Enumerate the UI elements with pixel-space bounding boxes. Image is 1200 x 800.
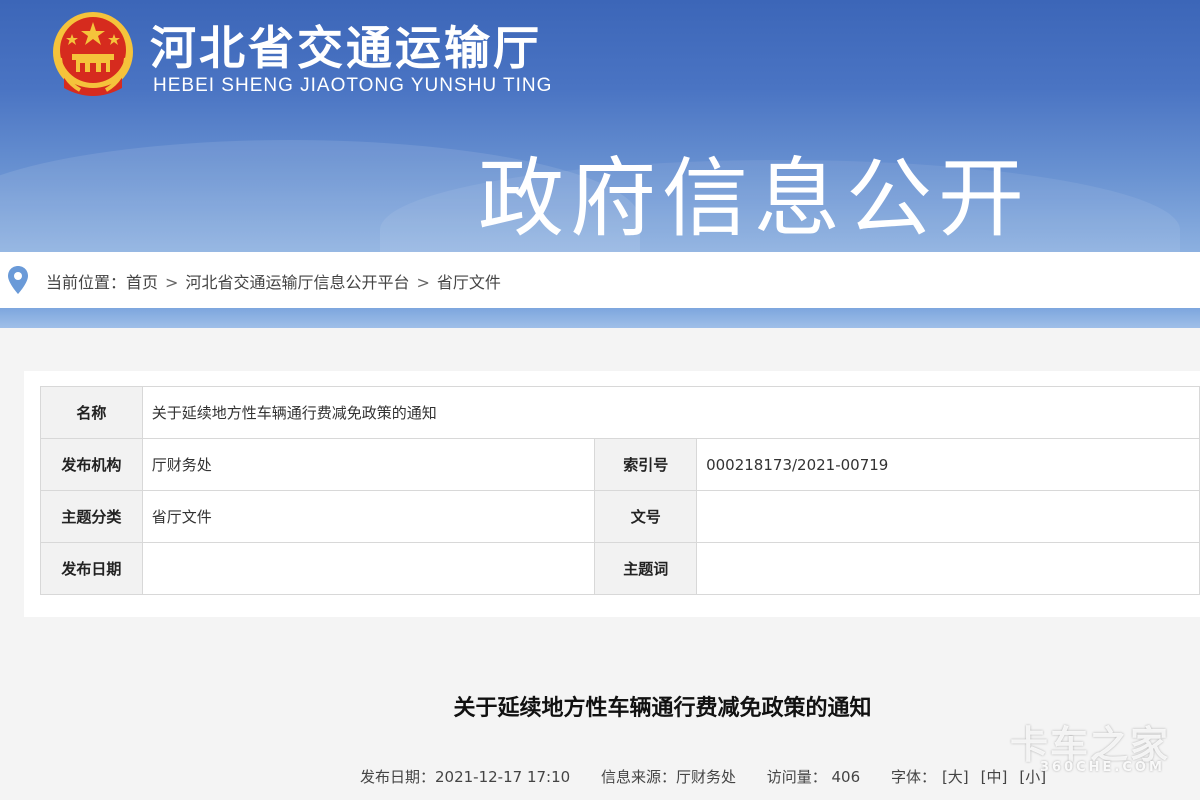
font-size-label: 字体： [890,768,936,786]
font-large-button[interactable]: [大] [942,768,969,786]
date-value [141,542,596,595]
national-emblem-icon [53,12,133,96]
name-value: 关于延续地方性车辆通行费减免政策的通知 [141,386,1200,439]
name-label: 名称 [40,386,143,439]
category-label: 主题分类 [40,490,143,543]
banner-title: 政府信息公开 [478,149,1030,249]
date-label: 发布日期 [40,542,143,595]
breadcrumb-home-link[interactable]: 首页 [126,273,158,292]
breadcrumb-prefix: 当前位置： [46,273,127,292]
docno-label: 文号 [594,490,698,543]
site-pinyin: HEBEI SHENG JIAOTONG YUNSHU TING [153,75,553,96]
font-size-controls: 字体： [大] [中] [小] [891,768,1052,786]
watermark-url: 360CHE.COM [1040,760,1165,775]
docno-value [696,490,1200,543]
document-info-table: 名称 关于延续地方性车辆通行费减免政策的通知 发布机构 厅财务处 索引号 000… [40,386,1200,595]
banner-strip [0,308,1200,328]
table-row: 发布机构 厅财务处 索引号 000218173/2021-00719 [40,438,1200,491]
info-source: 信息来源：厅财务处 [600,768,736,786]
breadcrumb: 当前位置：首页 > 河北省交通运输厅信息公开平台 > 省厅文件 [0,252,1200,308]
article-meta: 发布日期：2021-12-17 17:10 信息来源：厅财务处 访问量： 406… [360,766,1052,787]
category-value: 省厅文件 [141,490,596,543]
keyword-label: 主题词 [594,542,698,595]
view-count: 访问量： 406 [766,768,861,786]
location-pin-icon [8,266,28,294]
index-label: 索引号 [594,438,698,491]
table-row: 名称 关于延续地方性车辆通行费减免政策的通知 [40,386,1200,439]
header-banner: 河北省交通运输厅 HEBEI SHENG JIAOTONG YUNSHU TIN… [0,0,1200,252]
keyword-value [696,542,1200,595]
breadcrumb-platform-link[interactable]: 河北省交通运输厅信息公开平台 [185,273,409,292]
table-row: 发布日期 主题词 [40,542,1200,595]
table-row: 主题分类 省厅文件 文号 [40,490,1200,543]
publisher-value: 厅财务处 [141,438,596,491]
index-value: 000218173/2021-00719 [696,438,1200,491]
breadcrumb-separator: > [165,273,179,292]
site-name: 河北省交通运输厅 [150,21,542,75]
font-medium-button[interactable]: [中] [981,768,1008,786]
publish-date: 发布日期：2021-12-17 17:10 [360,768,571,786]
breadcrumb-separator: > [416,273,430,292]
publisher-label: 发布机构 [40,438,143,491]
breadcrumb-docs-link[interactable]: 省厅文件 [437,273,501,292]
